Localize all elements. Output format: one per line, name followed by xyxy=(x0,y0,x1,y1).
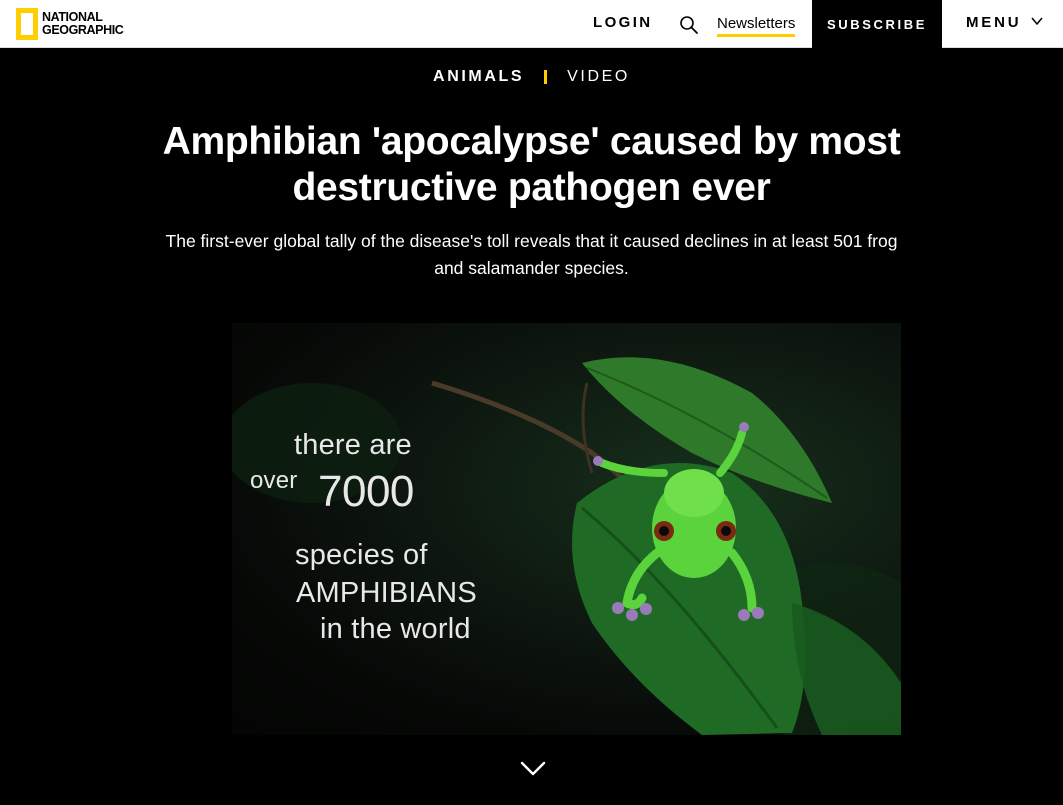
menu-label: MENU xyxy=(966,14,1022,31)
subscribe-button[interactable]: SUBSCRIBE xyxy=(812,0,942,48)
logo-yellow-frame-icon xyxy=(16,8,38,40)
site-header: National Geographic LOGIN Newsletters SU… xyxy=(0,0,1063,48)
menu-button[interactable]: MENU xyxy=(966,14,1043,31)
section-link[interactable]: ANIMALS xyxy=(433,68,524,86)
newsletters-link[interactable]: Newsletters xyxy=(717,15,796,37)
video-caption-line-4: AMPHIBIANS xyxy=(296,577,477,609)
kicker-divider xyxy=(544,70,548,84)
search-icon[interactable] xyxy=(679,15,699,35)
chevron-down-icon[interactable] xyxy=(520,761,546,777)
frog-on-leaf-image xyxy=(232,357,901,735)
video-player[interactable]: there are over 7000 species of AMPHIBIAN… xyxy=(232,323,901,735)
content-type-label: VIDEO xyxy=(567,68,630,85)
nat-geo-logo[interactable]: National Geographic xyxy=(16,8,124,40)
logo-wordmark: National Geographic xyxy=(42,11,124,37)
article-headline: Amphibian 'apocalypse' caused by most de… xyxy=(162,120,901,209)
article-dek: The first-ever global tally of the disea… xyxy=(165,231,898,278)
video-caption-line-5: in the world xyxy=(320,613,471,645)
chevron-down-icon xyxy=(1031,17,1043,25)
video-caption-number: 7000 xyxy=(318,467,414,516)
login-link[interactable]: LOGIN xyxy=(593,14,653,31)
article-kicker: ANIMALS VIDEO xyxy=(0,68,1063,86)
video-caption-line-3: species of xyxy=(295,539,428,571)
video-caption-line-1: there are xyxy=(294,429,412,461)
video-caption-over: over xyxy=(250,467,298,494)
article-hero: ANIMALS VIDEO Amphibian 'apocalypse' cau… xyxy=(0,49,1063,805)
logo-line-2: Geographic xyxy=(42,23,124,37)
